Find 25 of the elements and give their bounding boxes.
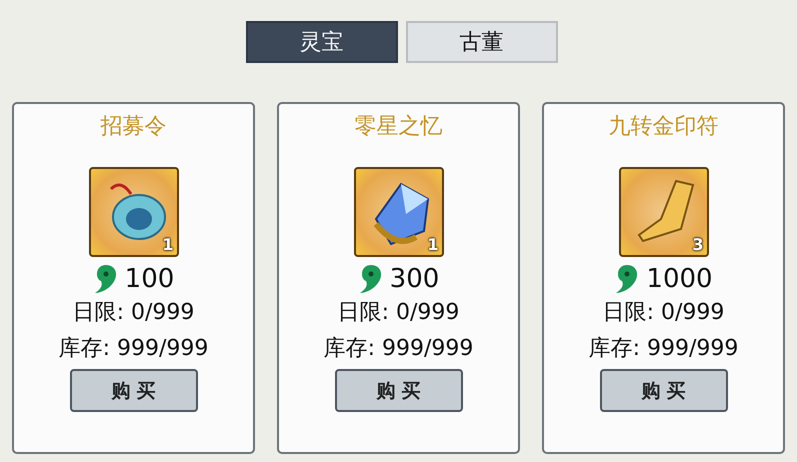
item-name: 零星之忆	[354, 113, 442, 141]
daily-limit: 日限: 0/999	[338, 299, 460, 327]
daily-limit: 日限: 0/999	[72, 299, 194, 327]
stock: 库存: 999/999	[58, 335, 208, 363]
tab[interactable]: 古董	[406, 21, 558, 63]
tab[interactable]: 灵宝	[246, 21, 398, 63]
buy-button[interactable]: 购买	[600, 369, 728, 412]
price: 300	[390, 264, 440, 294]
buy-button[interactable]: 购买	[70, 369, 198, 412]
item-count: 1	[427, 235, 438, 254]
item-name: 九转金印符	[608, 113, 718, 141]
item-name: 招募令	[100, 113, 166, 141]
price: 1000	[646, 264, 713, 294]
jade-currency-icon	[358, 263, 384, 295]
buy-button[interactable]: 购买	[334, 369, 462, 412]
price: 100	[124, 264, 174, 294]
stock: 库存: 999/999	[588, 335, 738, 363]
stock: 库存: 999/999	[324, 335, 474, 363]
item-count: 3	[692, 235, 704, 254]
pendant-drawing	[110, 184, 166, 240]
item-count: 1	[162, 235, 174, 254]
jade-currency-icon	[92, 263, 119, 295]
crystal-drawing	[373, 182, 429, 246]
scroll-drawing	[637, 180, 694, 242]
daily-limit: 日限: 0/999	[602, 299, 724, 327]
